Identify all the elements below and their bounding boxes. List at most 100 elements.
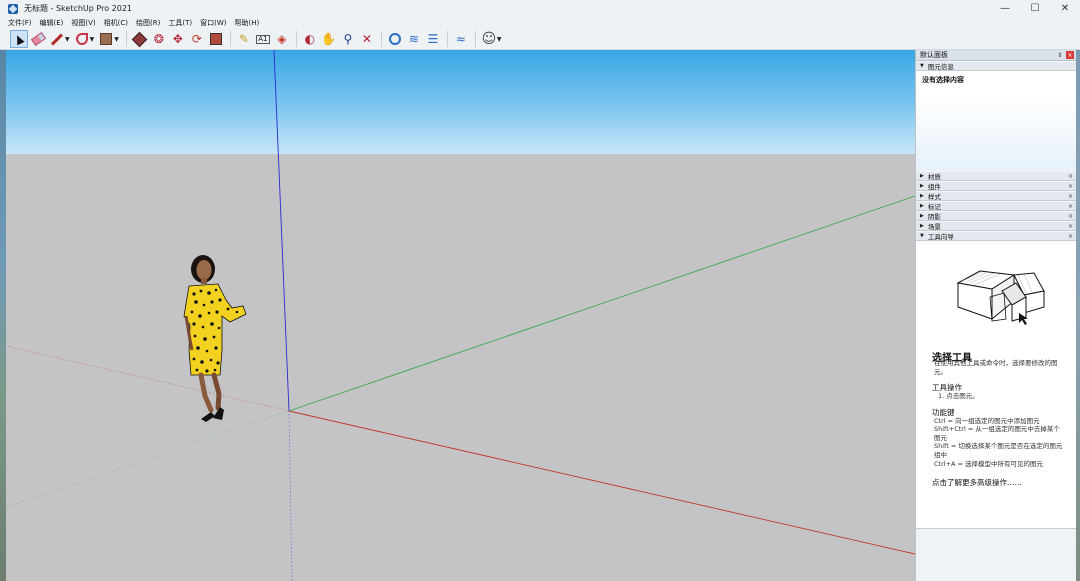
instructor-description: 在使用其他工具或命令时，选择要修改的图元。 <box>934 359 1058 376</box>
panel-close-button[interactable]: × <box>1066 51 1074 59</box>
default-tray-panel: 默认面板 ⇕ × ▼ 图元信息 没有选择内容 ▶ 材质 × ▶ 组件 × ▶ 样… <box>915 50 1076 581</box>
close-button[interactable]: ✕ <box>1050 0 1080 17</box>
push-pull-button[interactable] <box>131 30 149 48</box>
desktop-background-right <box>1076 50 1080 581</box>
entity-info-section[interactable]: ▼ 图元信息 <box>916 61 1076 71</box>
pan-hand-icon: ✋ <box>321 32 337 46</box>
menu-window[interactable]: 窗口(W) <box>200 18 226 28</box>
zoom-extents-button[interactable]: ✕ <box>358 30 376 48</box>
instructor-section[interactable]: ▼ 工具向导 × <box>916 231 1076 241</box>
menu-camera[interactable]: 相机(C) <box>104 18 128 28</box>
scale-tool-button[interactable] <box>207 30 225 48</box>
section-label: 场景 <box>927 223 941 231</box>
tool-operation-step: 1. 点击图元。 <box>938 392 979 400</box>
panel-header: 默认面板 ⇕ × <box>916 50 1076 61</box>
orbit-tool-button[interactable]: ◐ <box>301 30 319 48</box>
section-label: 阴影 <box>927 213 941 221</box>
move-icon: ✥ <box>172 32 183 46</box>
scenes-section[interactable]: ▶ 场景 × <box>916 221 1076 231</box>
materials-section[interactable]: ▶ 材质 × <box>916 171 1076 181</box>
zoom-icon: ⚲ <box>343 32 353 46</box>
advanced-operations-link[interactable]: 点击了解更多高级操作…… <box>932 477 1022 488</box>
menu-edit[interactable]: 编辑(E) <box>40 18 64 28</box>
menu-help[interactable]: 帮助(H) <box>234 18 259 28</box>
pin-icon[interactable]: ⇕ <box>1056 51 1064 59</box>
red-axis-negative <box>6 345 290 412</box>
green-axis-negative <box>6 410 290 508</box>
layout-button[interactable]: ☰ <box>424 30 442 48</box>
expand-triangle-icon: ▶ <box>920 193 924 199</box>
toolbar-separator <box>474 31 476 47</box>
section-close-icon[interactable]: × <box>1068 203 1073 210</box>
blue-axis-negative <box>288 410 293 581</box>
scale-figure[interactable] <box>183 255 247 422</box>
section-close-icon[interactable]: × <box>1068 193 1073 200</box>
menu-draw[interactable]: 绘图(R) <box>136 18 160 28</box>
section-label: 样式 <box>927 193 941 201</box>
account-button[interactable]: ☺ <box>480 30 498 48</box>
select-tool-button[interactable] <box>10 30 28 48</box>
follow-me-icon: ❂ <box>153 32 164 46</box>
move-tool-button[interactable]: ✥ <box>169 30 187 48</box>
expand-triangle-icon: ▶ <box>920 183 924 189</box>
paint-bucket-button[interactable]: ◈ <box>273 30 291 48</box>
section-close-icon[interactable]: × <box>1068 233 1073 240</box>
tape-measure-button[interactable]: ✎ <box>235 30 253 48</box>
window-controls: — ☐ ✕ <box>990 0 1080 17</box>
section-close-icon[interactable]: × <box>1068 213 1073 220</box>
section-close-icon[interactable]: × <box>1068 223 1073 230</box>
entity-info-body: 没有选择内容 <box>916 71 1076 171</box>
line-tool-button[interactable] <box>48 30 66 48</box>
expand-triangle-icon: ▶ <box>920 173 924 179</box>
styles-section[interactable]: ▶ 样式 × <box>916 191 1076 201</box>
instructor-body: 选择工具 在使用其他工具或命令时，选择要修改的图元。 工具操作 1. 点击图元。… <box>916 241 1076 523</box>
collapse-triangle-icon: ▼ <box>920 233 924 239</box>
eraser-icon <box>30 31 46 47</box>
main-toolbar: ▼ ▼ ▼ ❂ ✥ ⟳ ✎ A1 ◈ ◐ ✋ ⚲ ✕ ≋ ☰ ≈ ☺ ▼ <box>0 29 1080 50</box>
rotate-icon: ⟳ <box>191 32 202 46</box>
follow-me-button[interactable]: ❂ <box>150 30 168 48</box>
pan-tool-button[interactable]: ✋ <box>320 30 338 48</box>
entity-info-status: 没有选择内容 <box>922 76 964 84</box>
extension-warehouse-icon: ≋ <box>408 32 419 46</box>
green-axis <box>288 195 915 412</box>
shape-tool-button[interactable] <box>73 30 91 48</box>
rectangle-icon <box>100 33 113 45</box>
menu-file[interactable]: 文件(F) <box>8 18 32 28</box>
pencil-icon <box>50 32 64 46</box>
window-title: 无标题 - SketchUp Pro 2021 <box>24 4 132 13</box>
rectangle-tool-button[interactable] <box>97 30 115 48</box>
modifier-key-ctrl-a: Ctrl+A = 选择模型中所有可见的图元 <box>934 460 1044 468</box>
warehouse-button[interactable] <box>386 30 404 48</box>
section-label: 材质 <box>927 173 941 181</box>
minimize-button[interactable]: — <box>990 0 1020 17</box>
section-close-icon[interactable]: × <box>1068 173 1073 180</box>
paint-bucket-icon: ◈ <box>277 32 287 46</box>
modeling-viewport[interactable] <box>6 50 915 581</box>
modifier-key-shift-ctrl: Shift+Ctrl = 从一组选定的图元中去掉某个图元 <box>934 425 1060 442</box>
collapse-triangle-icon: ▼ <box>920 63 924 69</box>
eraser-tool-button[interactable] <box>29 30 47 48</box>
section-label: 组件 <box>927 183 941 191</box>
tags-section[interactable]: ▶ 标记 × <box>916 201 1076 211</box>
menu-tools[interactable]: 工具(T) <box>168 18 192 28</box>
modifier-key-shift: Shift = 切换选择某个图元是否在选定的图元组中 <box>934 442 1063 459</box>
components-section[interactable]: ▶ 组件 × <box>916 181 1076 191</box>
title-bar: 无标题 - SketchUp Pro 2021 — ☐ ✕ <box>0 0 1080 17</box>
menu-view[interactable]: 视图(V) <box>71 18 95 28</box>
rotate-tool-button[interactable]: ⟳ <box>188 30 206 48</box>
maximize-button[interactable]: ☐ <box>1020 0 1050 17</box>
select-tool-illustration <box>956 270 1045 325</box>
zoom-tool-button[interactable]: ⚲ <box>339 30 357 48</box>
toolbar-separator <box>229 31 231 47</box>
toolbar-separator <box>125 31 127 47</box>
toolbar-separator <box>446 31 448 47</box>
sandbox-button[interactable]: ≈ <box>452 30 470 48</box>
section-close-icon[interactable]: × <box>1068 183 1073 190</box>
red-axis <box>288 410 915 555</box>
text-tool-button[interactable]: A1 <box>254 30 272 48</box>
entity-info-label: 图元信息 <box>927 63 954 71</box>
extension-warehouse-button[interactable]: ≋ <box>405 30 423 48</box>
user-account-icon: ☺ <box>481 31 497 47</box>
shadows-section[interactable]: ▶ 阴影 × <box>916 211 1076 221</box>
